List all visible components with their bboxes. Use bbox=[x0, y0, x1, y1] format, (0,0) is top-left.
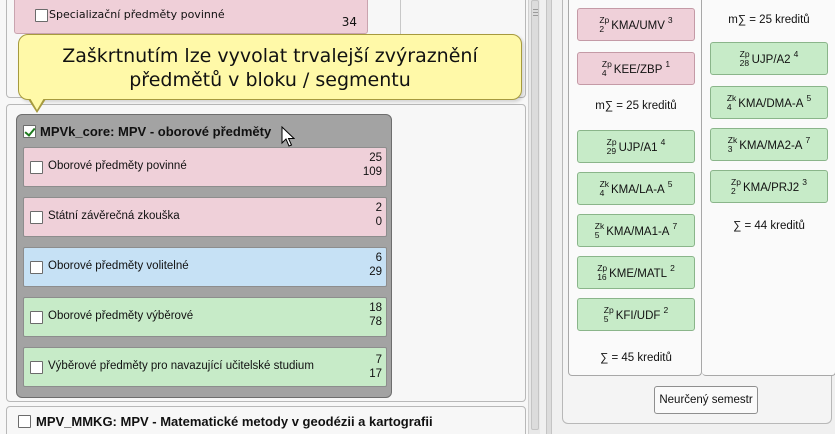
course-card[interactable]: Zp 29 UJP/A1 4 bbox=[577, 130, 695, 163]
block-panel: Specializační předměty povinné 34 MPVk_c… bbox=[0, 0, 540, 434]
total-credit-sum: ∑ = 44 kreditů bbox=[733, 220, 805, 232]
block-title: MPVk_core: MPV - oborové předměty bbox=[40, 123, 272, 139]
course-card[interactable]: Zk 5 KMA/MA1-A 7 bbox=[577, 214, 695, 247]
segment-label: Specializační předměty povinné bbox=[49, 8, 225, 21]
block-title: MPV_MMKG: MPV - Matematické metody v geo… bbox=[36, 413, 433, 429]
segment-row[interactable]: Oborové předměty povinné 25 109 bbox=[23, 147, 387, 187]
segment-checkbox[interactable] bbox=[30, 311, 43, 324]
course-card[interactable]: Zp 28 UJP/A2 4 bbox=[710, 42, 828, 75]
course-card[interactable]: Zp 2 KMA/PRJ2 3 bbox=[710, 170, 828, 203]
total-credit-sum: ∑ = 45 kreditů bbox=[600, 352, 672, 364]
segment-checkbox[interactable] bbox=[35, 9, 48, 22]
segment-row[interactable]: Oborové předměty výběrové 18 78 bbox=[23, 297, 387, 337]
panel-splitter[interactable] bbox=[546, 0, 552, 434]
segment-counts: 20 bbox=[375, 202, 382, 228]
segment-row[interactable]: Oborové předměty volitelné 6 29 bbox=[23, 247, 387, 287]
block-checkbox[interactable] bbox=[23, 124, 36, 138]
segment-checkbox[interactable] bbox=[30, 361, 43, 374]
segment-label: Oborové předměty volitelné bbox=[48, 260, 189, 272]
segment-label: Státní závěrečná zkouška bbox=[48, 210, 180, 222]
vertical-scrollbar[interactable] bbox=[528, 0, 540, 434]
block-mpv-mmkg[interactable]: MPV_MMKG: MPV - Matematické metody v geo… bbox=[14, 406, 520, 434]
segment-row[interactable]: Výběrové předměty pro navazující učitels… bbox=[23, 347, 387, 387]
course-card[interactable]: Zp 5 KFI/UDF 2 bbox=[577, 298, 695, 331]
course-card[interactable]: Zk 3 KMA/MA2-A 7 bbox=[710, 128, 828, 161]
course-card[interactable]: Zk 4 KMA/DMA-A 5 bbox=[710, 86, 828, 119]
scrollbar-thumb[interactable] bbox=[531, 0, 539, 430]
segment-label: Výběrové předměty pro navazující učitels… bbox=[48, 360, 314, 372]
block-mpvk-core: MPVk_core: MPV - oborové předměty Oborov… bbox=[16, 114, 392, 398]
block-header[interactable]: MPVk_core: MPV - oborové předměty bbox=[23, 123, 271, 139]
semester-panel: Zp 2 KMA/UMV 3 Zp 4 KEE/ZBP 1 m∑ = 25 kredit… bbox=[556, 0, 835, 434]
segment-label: Oborové předměty výběrové bbox=[48, 310, 194, 322]
unassigned-semester-button[interactable]: Neurčený semestr bbox=[654, 386, 758, 414]
tooltip-line-2: předmětů v bloku / segmentu bbox=[129, 69, 411, 91]
segment-checkbox[interactable] bbox=[30, 261, 43, 274]
segment-checkbox[interactable] bbox=[30, 161, 43, 174]
segment-specialization-mandatory[interactable]: Specializační předměty povinné 34 bbox=[14, 0, 368, 34]
segment-checkbox[interactable] bbox=[30, 211, 43, 224]
tooltip-tail-fill bbox=[30, 98, 44, 110]
segment-row[interactable]: Státní závěrečná zkouška 20 bbox=[23, 197, 387, 237]
semester-column-2: m∑ = 25 kreditů Zp 28 UJP/A2 4 Zk 4 KMA/DMA… bbox=[702, 0, 835, 376]
segment-counts: 6 29 bbox=[369, 252, 382, 278]
mouse-pointer-icon bbox=[281, 126, 295, 147]
tooltip-line-1: Zaškrtnutím lze vyvolat trvalejší zvýraz… bbox=[62, 45, 478, 67]
segment-counts: 7 17 bbox=[369, 354, 382, 380]
semester-column-1: Zp 2 KMA/UMV 3 Zp 4 KEE/ZBP 1 m∑ = 25 kredit… bbox=[568, 0, 702, 376]
course-card[interactable]: Zk 4 KMA/LA-A 5 bbox=[577, 172, 695, 205]
segment-counts: 18 78 bbox=[369, 302, 382, 328]
highlight-hint-tooltip: Zaškrtnutím lze vyvolat trvalejší zvýraz… bbox=[18, 34, 522, 100]
course-card[interactable]: Zp 4 KEE/ZBP 1 bbox=[577, 52, 695, 85]
segment-counts: 25 109 bbox=[362, 152, 382, 178]
partial-credit-sum: m∑ = 25 kreditů bbox=[595, 100, 677, 112]
course-card[interactable]: Zp 16 KME/MATL 2 bbox=[577, 256, 695, 289]
segment-label: Oborové předměty povinné bbox=[48, 160, 187, 172]
partial-credit-sum: m∑ = 25 kreditů bbox=[728, 14, 810, 26]
block-checkbox[interactable] bbox=[18, 414, 31, 428]
segment-count: 34 bbox=[341, 15, 357, 29]
course-card[interactable]: Zp 2 KMA/UMV 3 bbox=[577, 8, 695, 41]
